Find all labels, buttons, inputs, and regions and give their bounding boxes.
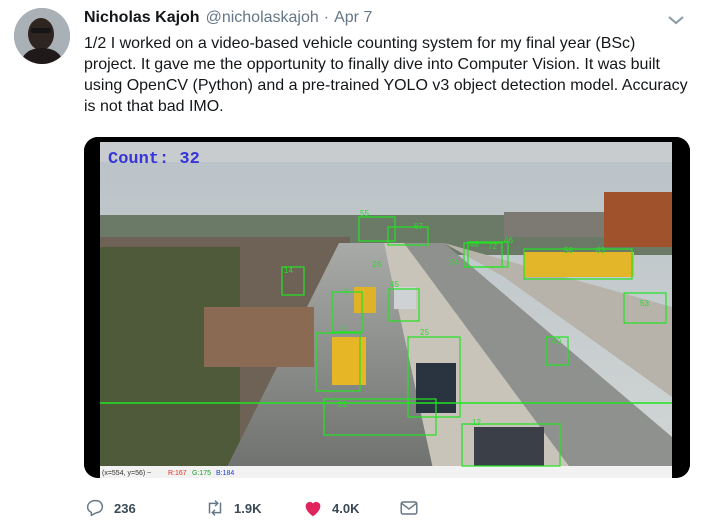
detection-label: 7 [344, 288, 349, 297]
detection-label: 40 [552, 337, 561, 346]
header-separator: · [323, 9, 330, 26]
detection-label: 3 [342, 325, 347, 334]
envelope-icon [400, 501, 418, 515]
detection-label: 53 [640, 299, 649, 308]
video-frame: Count: 32 55 67 48 14 7 45 3 25 31 12 58… [84, 137, 690, 478]
tweet-media[interactable]: Count: 32 55 67 48 14 7 45 3 25 31 12 58… [84, 137, 690, 478]
chevron-down-icon [668, 16, 684, 25]
avatar-image [14, 8, 70, 64]
tweet-date[interactable]: Apr 7 [334, 9, 372, 27]
reply-button[interactable]: 236 [84, 497, 204, 519]
like-count: 4.0K [332, 500, 360, 516]
author-name[interactable]: Nicholas Kajoh [84, 9, 200, 27]
detection-label: 72 [488, 242, 497, 251]
tweet-header: Nicholas Kajoh @nicholaskajoh · Apr 7 [84, 6, 642, 30]
author-handle[interactable]: @nicholaskajoh [206, 9, 319, 27]
detection-label: 12 [472, 418, 481, 427]
tweet-text: 1/2 I worked on a video-based vehicle co… [84, 35, 688, 115]
detection-label: 48 [470, 240, 479, 249]
avatar[interactable] [14, 8, 70, 64]
detection-label: 14 [284, 266, 293, 275]
detection-label: 67 [414, 222, 423, 231]
vehicle-count-label: Count: 32 [108, 150, 200, 169]
retweet-count: 1.9K [234, 500, 262, 516]
heart-icon [305, 501, 321, 517]
pixel-green-value: G:175 [192, 470, 211, 477]
detection-label: 55 [360, 209, 369, 218]
detection-label: 34 [450, 258, 459, 267]
more-options-button[interactable] [664, 8, 688, 32]
detection-label: 58 [564, 246, 573, 255]
like-button[interactable]: 4.0K [302, 497, 398, 519]
reply-icon [86, 499, 104, 517]
reply-count: 236 [114, 500, 136, 516]
detection-label: 28 [372, 260, 381, 269]
tweet-actions: 236 1.9K 4.0K [84, 494, 428, 522]
detection-label: 31 [338, 400, 347, 409]
pixel-red-value: R:167 [168, 470, 187, 477]
detection-label: 25 [420, 328, 429, 337]
retweet-button[interactable]: 1.9K [204, 497, 302, 519]
detection-label: 46 [504, 236, 513, 245]
pixel-blue-value: B:184 [216, 470, 234, 477]
direct-message-button[interactable] [398, 497, 428, 519]
detection-label: 45 [390, 280, 399, 289]
retweet-icon [208, 500, 222, 516]
pixel-coordinates: (x=554, y=56) ~ [102, 470, 151, 477]
detection-label: 63 [596, 246, 605, 255]
